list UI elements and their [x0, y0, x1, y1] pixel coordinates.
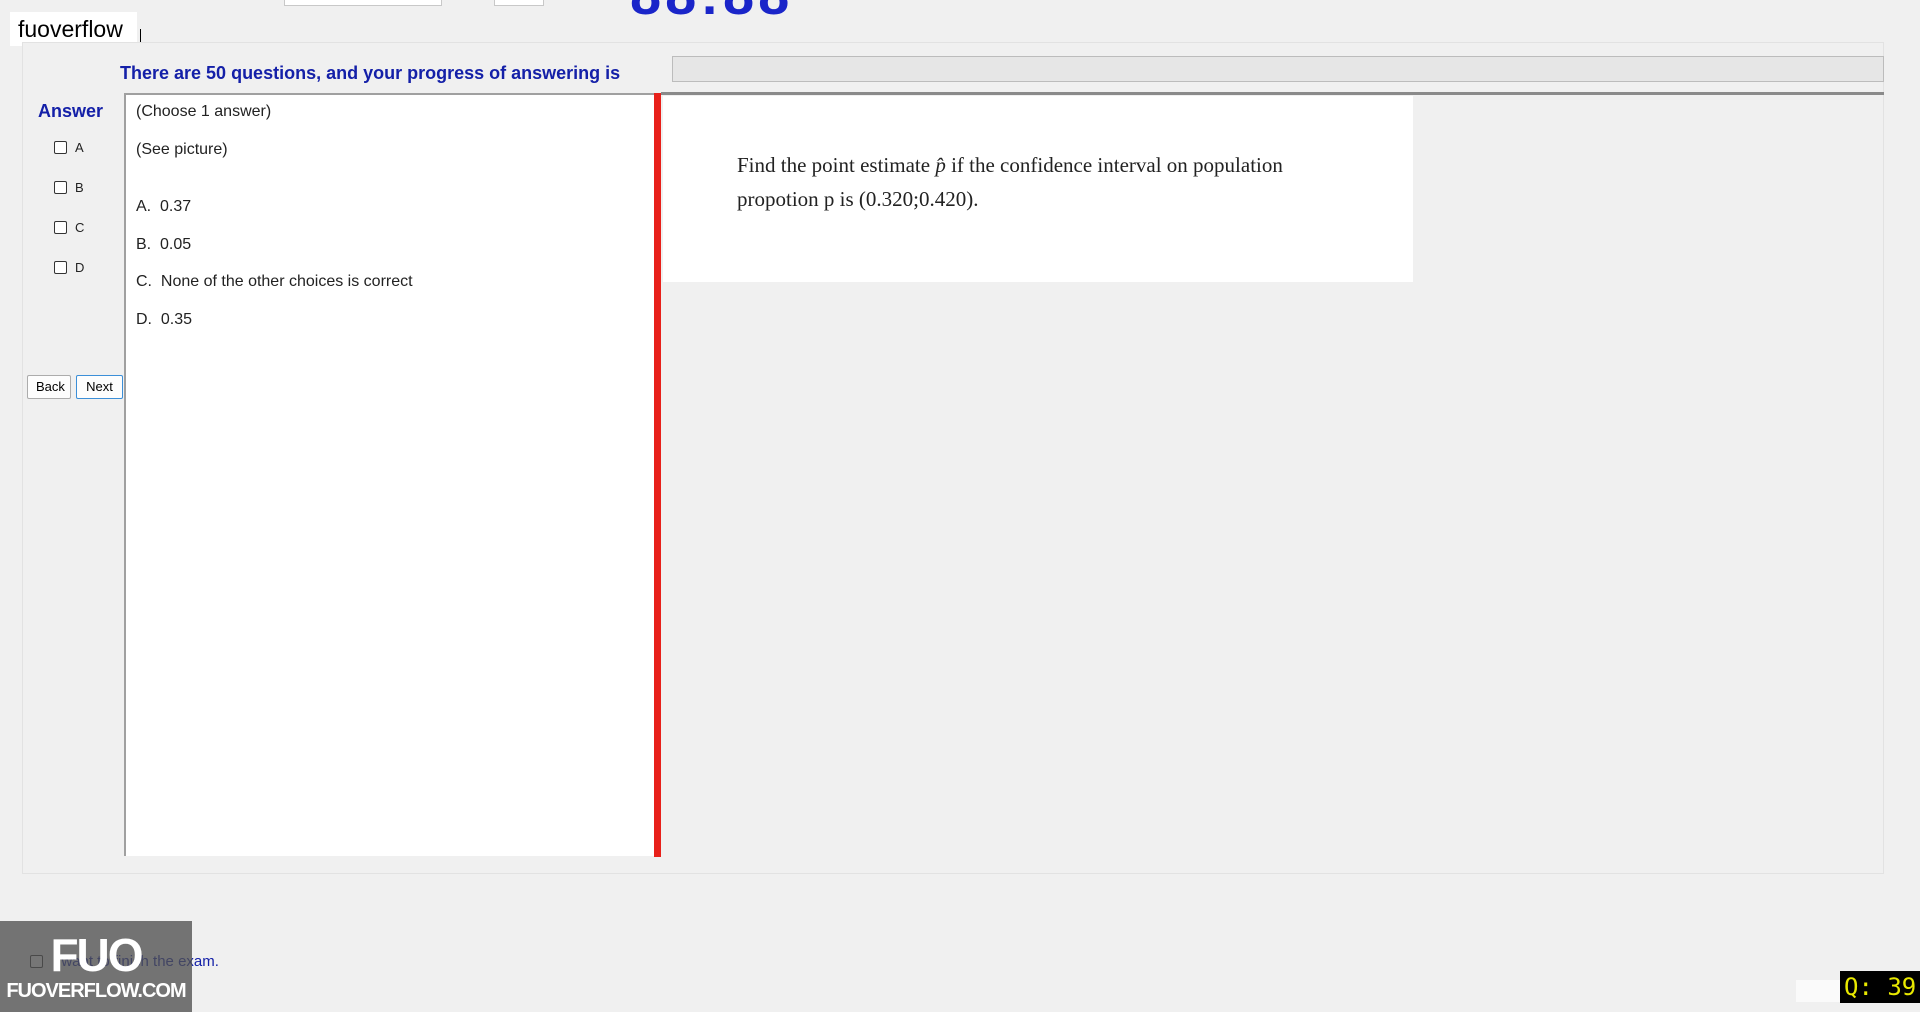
progress-bar: [672, 56, 1884, 82]
watermark-site: FUOVERFLOW.COM: [6, 980, 186, 1002]
see-picture-note: (See picture): [136, 141, 228, 158]
answers-panel: (Choose 1 answer) (See picture) A. 0.37 …: [124, 93, 654, 856]
status-field: [1796, 980, 1840, 1002]
choice-label-b: B: [75, 179, 84, 195]
progress-label: There are 50 questions, and your progres…: [120, 63, 621, 83]
answer-choice-c[interactable]: C: [54, 216, 84, 238]
question-image-panel: Find the point estimate p̂ if the confid…: [663, 96, 1413, 282]
option-letter: A.: [136, 198, 152, 215]
option-letter: B.: [136, 236, 152, 253]
option-a: A. 0.37: [136, 198, 191, 216]
fuoverflow-watermark: FUO FUOVERFLOW.COM: [0, 921, 192, 1012]
choice-label-d: D: [75, 259, 85, 275]
checkbox-d[interactable]: [54, 260, 67, 274]
question-number-badge: Q: 39: [1840, 971, 1920, 1003]
question-line2: propotion p is (0.320;0.420).: [737, 187, 979, 211]
checkbox-a[interactable]: [54, 140, 67, 154]
answer-instruction: (Choose 1 answer): [136, 103, 272, 120]
answer-heading: Answer: [38, 101, 104, 121]
top-dropdown-partial[interactable]: [284, 0, 442, 6]
option-text: None of the other choices is correct: [160, 273, 413, 290]
question-line1-start: Find the point estimate: [737, 153, 931, 177]
option-letter: D.: [136, 311, 152, 328]
brand-label: fuoverflow: [10, 12, 137, 46]
checkbox-c[interactable]: [54, 220, 67, 234]
panel-splitter[interactable]: [654, 93, 661, 857]
back-button[interactable]: Back: [27, 375, 71, 399]
watermark-logo: FUO: [50, 929, 143, 981]
option-text: 0.35: [160, 311, 193, 328]
answer-choice-b[interactable]: B: [54, 176, 84, 198]
question-line1-end: if the confidence interval on population: [951, 153, 1283, 177]
next-button[interactable]: Next: [76, 375, 123, 399]
option-d: D. 0.35: [136, 311, 192, 329]
question-text: Find the point estimate p̂ if the confid…: [737, 148, 1377, 216]
answer-choice-a[interactable]: A: [54, 136, 84, 158]
p-hat-symbol: p̂: [935, 153, 946, 177]
top-button-partial[interactable]: [494, 0, 544, 6]
answer-choice-d[interactable]: D: [54, 256, 84, 278]
checkbox-b[interactable]: [54, 180, 67, 194]
question-area-border: [661, 92, 1884, 95]
option-b: B. 0.05: [136, 236, 191, 254]
option-letter: C.: [136, 273, 152, 290]
exam-timer: 88:88: [630, 0, 793, 27]
option-c: C. None of the other choices is correct: [136, 273, 413, 291]
choice-label-c: C: [75, 219, 85, 235]
option-text: 0.37: [160, 198, 192, 215]
choice-label-a: A: [75, 139, 84, 155]
option-text: 0.05: [160, 236, 192, 253]
